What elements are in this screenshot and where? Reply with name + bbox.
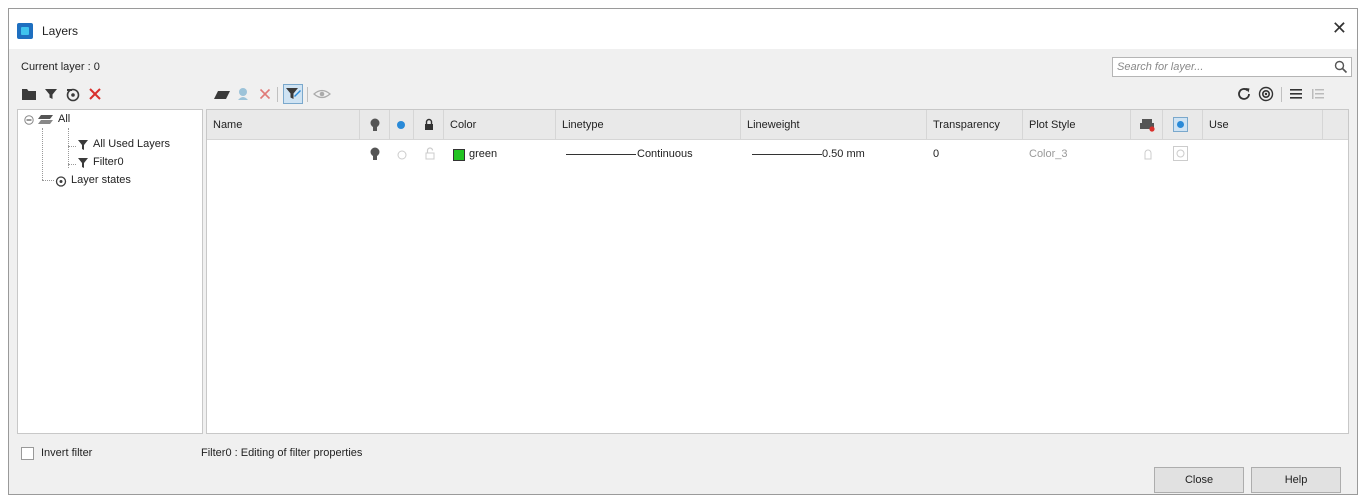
set-current-layer-icon[interactable] xyxy=(235,86,251,102)
column-header-lineweight[interactable]: Lineweight xyxy=(741,110,927,140)
layer-linetype[interactable]: Continuous xyxy=(631,144,693,164)
collapse-icon[interactable] xyxy=(24,115,34,125)
delete-layer-icon[interactable] xyxy=(259,88,271,100)
title-bar: Layers ✕ xyxy=(9,9,1357,49)
current-layer-label: Current layer : 0 xyxy=(21,61,100,73)
layer-grid: Name Color Linetype Lineweight Transpare… xyxy=(206,109,1349,434)
layer-name-cell[interactable] xyxy=(207,144,360,164)
freeze-sun-icon[interactable] xyxy=(397,150,407,160)
column-header-plot[interactable] xyxy=(1131,110,1163,140)
checkbox-box[interactable] xyxy=(21,447,34,460)
linetype-preview xyxy=(566,154,636,155)
tree-item-all-used-layers[interactable]: All Used Layers xyxy=(93,138,170,150)
layer-search-box xyxy=(1112,57,1352,77)
column-header-on[interactable] xyxy=(360,110,390,140)
close-button[interactable]: Close xyxy=(1154,467,1244,493)
lock-icon xyxy=(425,118,433,130)
invert-filter-label: Invert filter xyxy=(41,447,93,459)
close-window-button[interactable]: ✕ xyxy=(1332,19,1347,37)
new-vp-freeze-icon[interactable] xyxy=(1173,146,1188,161)
column-header-transparency[interactable]: Transparency xyxy=(927,110,1023,140)
tree-connector xyxy=(68,128,69,168)
plot-icon[interactable] xyxy=(1142,148,1154,160)
column-header-freeze[interactable] xyxy=(390,110,414,140)
window-title: Layers xyxy=(42,24,79,38)
tree-connector xyxy=(68,164,76,165)
filter-icon xyxy=(78,158,88,168)
column-header-plot-style[interactable]: Plot Style xyxy=(1023,110,1131,140)
layer-stack-icon xyxy=(38,115,53,124)
column-header-lock[interactable] xyxy=(414,110,444,140)
tree-view-icon[interactable] xyxy=(1311,88,1325,100)
eye-icon[interactable] xyxy=(313,88,331,100)
tree-item-layer-states[interactable]: Layer states xyxy=(71,174,131,186)
column-header-use[interactable]: Use xyxy=(1203,110,1323,140)
filter-icon xyxy=(78,140,88,150)
column-header-color[interactable]: Color xyxy=(444,110,556,140)
layer-color-name[interactable]: green xyxy=(463,144,497,164)
new-layer-state-icon[interactable] xyxy=(65,86,81,102)
app-icon xyxy=(17,23,33,39)
tree-item-filter0[interactable]: Filter0 xyxy=(93,156,124,168)
new-layer-icon[interactable] xyxy=(213,89,231,101)
filter-status-text: Filter0 : Editing of filter properties xyxy=(201,447,363,459)
column-header-linetype[interactable]: Linetype xyxy=(556,110,741,140)
tree-connector xyxy=(68,146,76,147)
help-button[interactable]: Help xyxy=(1251,467,1341,493)
grid-header: Name Color Linetype Lineweight Transpare… xyxy=(207,110,1348,140)
layers-dialog: Layers ✕ Current layer : 0 Search for la… xyxy=(8,8,1358,495)
column-header-new-vp-freeze[interactable] xyxy=(1163,110,1203,140)
layer-plot-style[interactable]: Color_3 xyxy=(1023,144,1068,164)
layer-transparency[interactable]: 0 xyxy=(927,144,939,164)
tree-connector xyxy=(42,128,43,180)
new-folder-filter-icon[interactable] xyxy=(21,87,37,101)
layer-lineweight[interactable]: 0.50 mm xyxy=(816,144,865,164)
new-property-filter-icon[interactable] xyxy=(44,87,58,101)
printer-icon xyxy=(1140,119,1155,132)
layer-search-input[interactable] xyxy=(1117,60,1322,74)
search-icon[interactable] xyxy=(1334,60,1348,74)
toolbar-divider xyxy=(277,87,278,102)
layer-states-icon xyxy=(55,176,67,187)
list-view-icon[interactable] xyxy=(1289,88,1303,100)
refresh-icon[interactable] xyxy=(1236,86,1252,102)
tree-item-all[interactable]: All xyxy=(58,113,70,125)
delete-filter-icon[interactable] xyxy=(88,87,102,101)
layer-on-lightbulb-icon[interactable] xyxy=(369,147,381,161)
toolbar-divider xyxy=(307,87,308,102)
lightbulb-icon xyxy=(370,118,380,131)
toolbar-divider xyxy=(1281,87,1282,102)
filter-tree-panel: All All Used Layers Filter0 Layer states xyxy=(17,109,203,434)
tree-connector xyxy=(42,180,54,181)
sun-icon xyxy=(397,121,405,129)
unlocked-icon[interactable] xyxy=(425,147,435,160)
column-header-name[interactable]: Name xyxy=(207,110,360,140)
lineweight-preview xyxy=(752,154,822,155)
settings-gear-icon[interactable] xyxy=(1258,86,1274,102)
filter-toggle-icon[interactable] xyxy=(283,84,303,104)
viewport-freeze-icon xyxy=(1173,117,1188,132)
